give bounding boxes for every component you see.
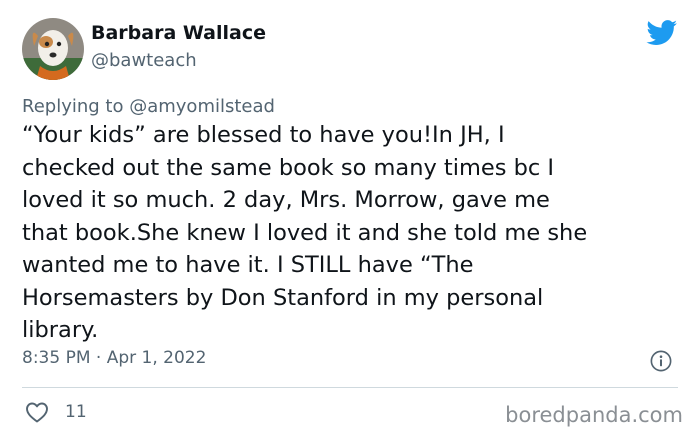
heart-icon[interactable] (25, 401, 49, 423)
author-name[interactable]: Barbara Wallace (91, 22, 266, 44)
watermark: boredpanda.com (505, 403, 683, 427)
twitter-bird-icon[interactable] (646, 20, 678, 46)
like-count: 11 (65, 402, 87, 422)
replying-to-prefix: Replying to (22, 96, 124, 117)
avatar-dog-photo (22, 18, 84, 80)
author-handle[interactable]: @bawteach (91, 50, 197, 71)
replying-to-line: Replying to @amyomilstead (22, 96, 275, 117)
tweet-text: “Your kids” are blessed to have you!In J… (22, 122, 588, 343)
tweet-timestamp[interactable]: 8:35 PM · Apr 1, 2022 (22, 348, 206, 368)
avatar[interactable] (22, 18, 84, 80)
info-icon[interactable] (650, 350, 672, 372)
divider (22, 387, 678, 388)
reply-mention-link[interactable]: @amyomilstead (129, 96, 275, 117)
